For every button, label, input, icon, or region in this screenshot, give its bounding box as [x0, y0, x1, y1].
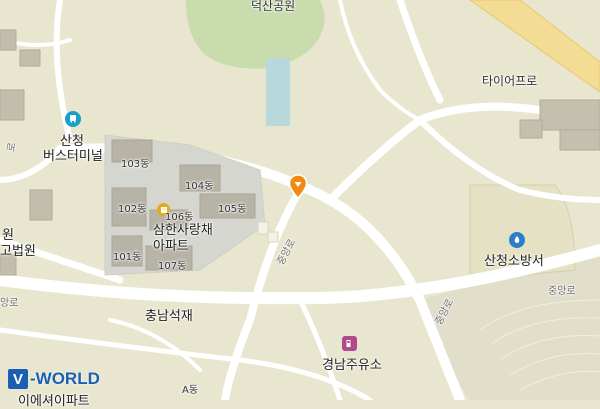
gas-station-icon[interactable] — [342, 336, 357, 351]
park-water — [266, 58, 290, 126]
gas-station-icon-glyph — [346, 340, 351, 347]
park-label: 덕산공원 — [251, 0, 296, 13]
dong-104-label: 104동 — [185, 181, 214, 192]
vworld-logo-text: -WORLD — [30, 369, 100, 388]
road-label-left: 앙로 — [0, 298, 19, 309]
bus-icon[interactable] — [65, 111, 81, 127]
tire-pro-label[interactable]: 타이어프로 — [482, 72, 537, 89]
bus-icon-glyph — [70, 115, 76, 123]
apartment-label-2[interactable]: 아파트 — [153, 235, 189, 254]
court-label-partial-b[interactable]: 고법원 — [0, 240, 36, 259]
map-canvas[interactable] — [0, 0, 600, 400]
vworld-logo[interactable]: V -WORLD — [8, 368, 100, 390]
dong-105-label: 105동 — [218, 204, 247, 215]
road-label-jungang-3: 중앙로 — [548, 286, 576, 297]
vworld-logo-mark: V — [8, 369, 28, 389]
dong-103-label: 103동 — [121, 159, 150, 170]
chungnam-seokjae-label[interactable]: 충남석재 — [145, 305, 193, 324]
gas-station-label[interactable]: 경남주유소 — [322, 354, 382, 373]
dong-101-label: 101동 — [113, 252, 142, 263]
fire-station-icon-glyph — [514, 236, 520, 243]
dong-107-label: 107동 — [158, 261, 187, 272]
fire-station-label[interactable]: 산청소방서 — [484, 250, 544, 269]
fire-station-icon[interactable] — [509, 232, 525, 248]
dong-a-label: A동 — [182, 385, 199, 396]
location-pin-icon[interactable] — [288, 174, 308, 200]
dong-102-label: 102동 — [118, 204, 147, 215]
bus-terminal-label-2[interactable]: 버스터미널 — [43, 145, 103, 164]
